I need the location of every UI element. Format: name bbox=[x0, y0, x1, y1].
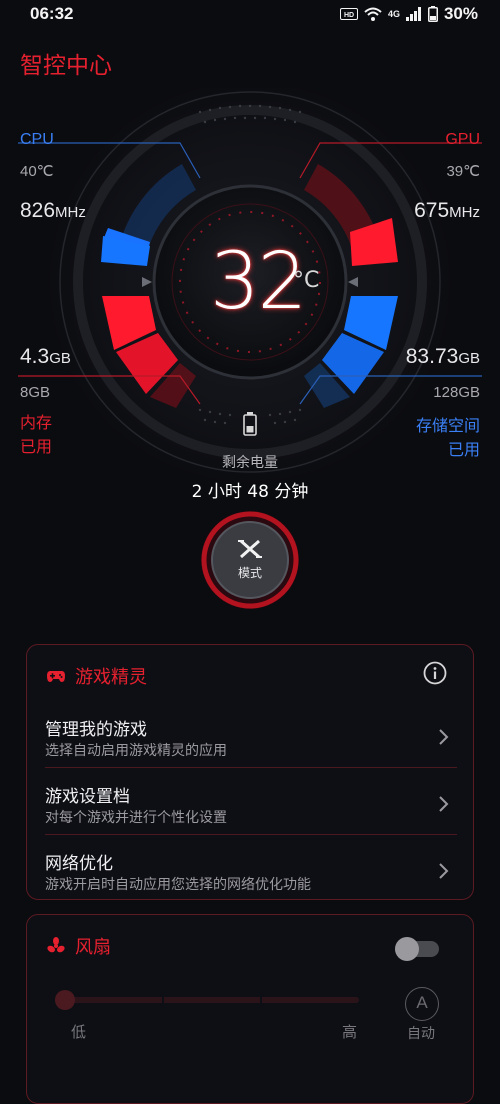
row-subtitle: 对每个游戏并进行个性化设置 bbox=[45, 810, 227, 826]
battery-remaining-value: 2 小时 48 分钟 bbox=[191, 482, 309, 502]
fan-card: 风扇 低 高 A 自动 bbox=[26, 914, 474, 1104]
cpu-label: CPU bbox=[20, 131, 54, 148]
row-title: 管理我的游戏 bbox=[45, 720, 147, 740]
status-bar: 06:32 HD 4G 30% bbox=[0, 0, 500, 28]
network-optimization-row[interactable]: 网络优化 游戏开启时自动应用您选择的网络优化功能 bbox=[45, 849, 457, 915]
game-profiles-row[interactable]: 游戏设置档 对每个游戏并进行个性化设置 bbox=[45, 782, 457, 848]
row-subtitle: 选择自动启用游戏精灵的应用 bbox=[45, 743, 227, 759]
auto-a-icon: A bbox=[416, 993, 428, 1012]
cpu-frequency: 826MHz bbox=[20, 199, 86, 223]
temperature-unit: °C bbox=[293, 268, 320, 293]
fan-icon bbox=[47, 937, 65, 953]
gpu-freq-unit: MHz bbox=[449, 204, 480, 221]
chevron-right-icon bbox=[439, 863, 449, 879]
divider bbox=[45, 767, 457, 768]
storage-used: 83.73GB bbox=[406, 345, 480, 369]
status-icons: HD 4G 30% bbox=[339, 4, 478, 24]
fan-high-label: 高 bbox=[342, 1023, 358, 1041]
game-genie-header: 游戏精灵 bbox=[47, 663, 147, 689]
memory-used-value: 4.3 bbox=[20, 345, 50, 368]
memory-total: 8GB bbox=[20, 384, 51, 401]
battery-icon bbox=[427, 6, 438, 22]
row-title: 游戏设置档 bbox=[45, 787, 130, 807]
network-type: 4G bbox=[387, 9, 400, 19]
memory-used-unit: GB bbox=[49, 350, 71, 367]
divider bbox=[45, 834, 457, 835]
page-title: 智控中心 bbox=[20, 53, 112, 79]
temperature-value: 32 bbox=[210, 237, 307, 327]
svg-text:HD: HD bbox=[344, 12, 354, 19]
mode-button[interactable] bbox=[200, 510, 300, 610]
battery-percent: 30% bbox=[443, 4, 478, 23]
status-time: 06:32 bbox=[30, 4, 74, 23]
gamepad-icon bbox=[47, 671, 65, 682]
fan-header: 风扇 bbox=[47, 933, 111, 959]
fan-low-label: 低 bbox=[71, 1023, 87, 1041]
storage-label: 存储空间 bbox=[415, 416, 480, 435]
memory-used: 4.3GB bbox=[20, 345, 71, 369]
fan-toggle[interactable] bbox=[393, 937, 441, 961]
game-genie-title: 游戏精灵 bbox=[75, 667, 147, 688]
fan-title: 风扇 bbox=[75, 937, 111, 958]
gpu-label: GPU bbox=[445, 131, 480, 148]
gpu-freq-value: 675 bbox=[414, 199, 450, 222]
gpu-frequency: 675MHz bbox=[414, 199, 480, 223]
storage-used-value: 83.73 bbox=[405, 345, 459, 368]
hd-icon: HD bbox=[339, 8, 358, 20]
fan-auto-label: 自动 bbox=[407, 1026, 435, 1042]
row-title: 网络优化 bbox=[45, 854, 113, 874]
storage-total: 128GB bbox=[433, 384, 480, 401]
game-genie-card: 游戏精灵 管理我的游戏 选择自动启用游戏精灵的应用 游戏设置档 对每个游戏并进行… bbox=[26, 644, 474, 900]
memory-label: 内存 bbox=[20, 413, 53, 432]
chevron-right-icon bbox=[439, 796, 449, 812]
battery-remaining-label: 剩余电量 bbox=[222, 455, 278, 471]
wifi-icon bbox=[364, 7, 382, 21]
fan-speed-slider[interactable] bbox=[51, 989, 363, 1011]
gpu-temp: 39℃ bbox=[446, 163, 480, 180]
manage-games-row[interactable]: 管理我的游戏 选择自动启用游戏精灵的应用 bbox=[45, 715, 457, 781]
cpu-temp: 40℃ bbox=[20, 163, 54, 180]
storage-used-unit: GB bbox=[458, 350, 480, 367]
info-icon[interactable] bbox=[423, 661, 447, 685]
row-subtitle: 游戏开启时自动应用您选择的网络优化功能 bbox=[45, 877, 311, 893]
chevron-right-icon bbox=[439, 729, 449, 745]
signal-icon bbox=[405, 7, 421, 21]
mode-button-label: 模式 bbox=[237, 566, 262, 580]
cpu-freq-value: 826 bbox=[20, 199, 56, 222]
temperature-unit-letter: C bbox=[304, 268, 320, 293]
cpu-freq-unit: MHz bbox=[55, 204, 86, 221]
battery-remaining-icon bbox=[243, 412, 257, 436]
fan-auto-button[interactable]: A bbox=[405, 987, 439, 1021]
